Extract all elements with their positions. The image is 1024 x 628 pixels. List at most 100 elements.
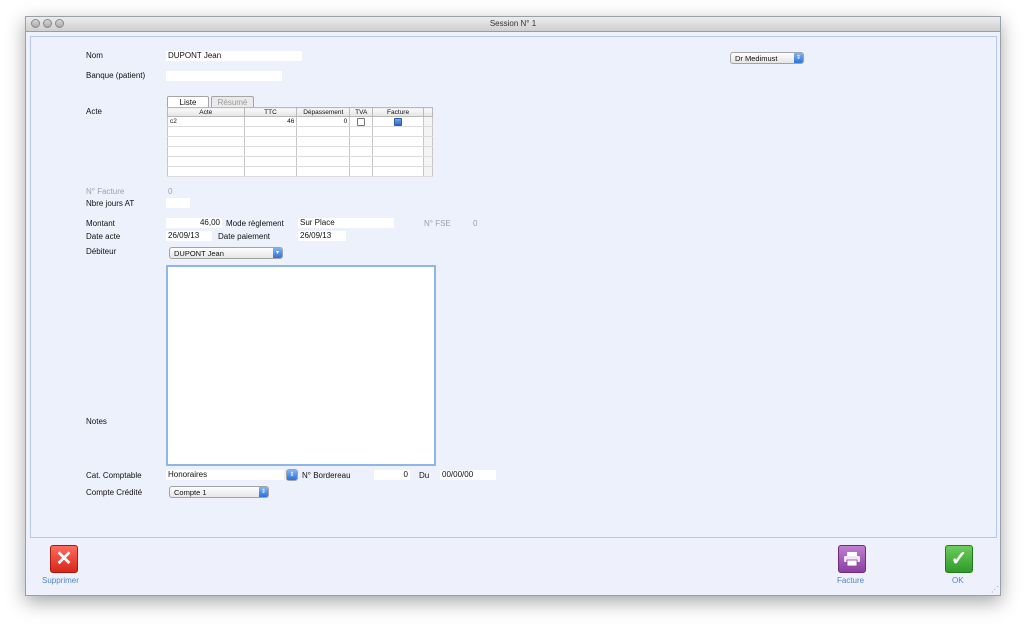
debiteur-select-value: DUPONT Jean — [174, 249, 224, 258]
cell-acte[interactable] — [167, 166, 245, 177]
nom-field[interactable]: DUPONT Jean — [166, 51, 302, 61]
bordereau-field[interactable]: 0 — [374, 470, 410, 480]
cell-scroll — [422, 136, 434, 147]
cat-comptable-label: Cat. Comptable — [86, 471, 142, 480]
session-window: Session N° 1 Nom DUPONT Jean Dr Medimust… — [25, 16, 1001, 596]
debiteur-select[interactable]: DUPONT Jean ▾ — [169, 247, 283, 259]
cell-tva[interactable] — [349, 136, 374, 147]
cell-depassement[interactable] — [296, 156, 351, 167]
jours-at-field[interactable] — [166, 198, 190, 208]
cell-acte[interactable] — [167, 126, 245, 137]
ok-button-label[interactable]: OK — [952, 576, 964, 585]
compte-credite-select[interactable]: Compte 1 ⇕ — [169, 486, 269, 498]
mode-reglement-label: Mode règlement — [226, 219, 284, 228]
table-row[interactable]: c2 46 0 — [167, 116, 434, 127]
chevron-updown-icon: ⇕ — [794, 53, 803, 63]
chevron-updown-icon: ⇕ — [287, 470, 297, 480]
acte-table: Acte TTC Dépassement TVA Facture c2 46 0 — [167, 107, 434, 177]
cell-tva[interactable] — [349, 166, 374, 177]
col-facture[interactable]: Facture — [372, 107, 424, 117]
cell-scroll — [422, 126, 434, 137]
cat-comptable-stepper[interactable]: ⇕ — [286, 469, 298, 481]
cell-depassement[interactable] — [296, 126, 351, 137]
checkmark-icon: ✓ — [950, 548, 968, 570]
invoice-button[interactable] — [838, 545, 866, 573]
cell-facture[interactable] — [372, 166, 424, 177]
acte-tabs: Liste Résumé — [167, 96, 267, 107]
cell-depassement[interactable]: 0 — [296, 116, 351, 127]
cell-facture[interactable] — [372, 156, 424, 167]
tab-resume[interactable]: Résumé — [211, 96, 254, 107]
cell-ttc[interactable]: 46 — [243, 116, 298, 127]
montant-field[interactable]: 46,00 — [166, 218, 222, 228]
table-row[interactable] — [167, 126, 434, 137]
cell-scroll — [422, 146, 434, 157]
fse-value: 0 — [473, 219, 478, 228]
delete-button-label[interactable]: Supprimer — [42, 576, 79, 585]
col-depassement[interactable]: Dépassement — [296, 107, 351, 117]
compte-credite-label: Compte Crédité — [86, 488, 143, 497]
cell-scroll — [422, 166, 434, 177]
table-row[interactable] — [167, 166, 434, 177]
du-field[interactable]: 00/00/00 — [440, 470, 496, 480]
delete-button[interactable]: ✕ — [50, 545, 78, 573]
ok-button[interactable]: ✓ — [945, 545, 973, 573]
table-row[interactable] — [167, 136, 434, 147]
cell-ttc[interactable] — [243, 146, 298, 157]
cell-facture[interactable] — [372, 146, 424, 157]
close-x-icon: ✕ — [55, 548, 73, 570]
banque-field[interactable] — [166, 71, 282, 81]
date-paiement-field[interactable]: 26/09/13 — [298, 231, 346, 241]
cell-tva[interactable] — [349, 156, 374, 167]
cell-ttc[interactable] — [243, 166, 298, 177]
invoice-button-label[interactable]: Facture — [837, 576, 864, 585]
tab-liste[interactable]: Liste — [167, 96, 209, 107]
col-acte[interactable]: Acte — [167, 107, 245, 117]
title-bar: Session N° 1 — [26, 17, 1000, 32]
cell-acte[interactable]: c2 — [167, 116, 245, 127]
facture-num-value: 0 — [168, 187, 173, 196]
cell-tva[interactable] — [349, 126, 374, 137]
date-acte-label: Date acte — [86, 232, 121, 241]
mode-reglement-field[interactable]: Sur Place — [298, 218, 394, 228]
cell-depassement[interactable] — [296, 146, 351, 157]
doctor-select-value: Dr Medimust — [735, 54, 778, 63]
cell-ttc[interactable] — [243, 126, 298, 137]
cell-depassement[interactable] — [296, 166, 351, 177]
cell-facture[interactable] — [372, 136, 424, 147]
col-scroll — [422, 107, 434, 117]
table-row[interactable] — [167, 156, 434, 167]
cell-depassement[interactable] — [296, 136, 351, 147]
tva-checkbox[interactable] — [357, 117, 366, 126]
cell-tva[interactable] — [349, 146, 374, 157]
montant-label: Montant — [86, 219, 115, 228]
acte-table-header: Acte TTC Dépassement TVA Facture — [167, 107, 434, 117]
compte-credite-select-value: Compte 1 — [174, 488, 207, 497]
cell-facture[interactable] — [372, 116, 424, 127]
notes-textarea[interactable] — [166, 265, 436, 466]
table-row[interactable] — [167, 146, 434, 157]
cell-ttc[interactable] — [243, 136, 298, 147]
notes-label: Notes — [86, 417, 107, 426]
cell-acte[interactable] — [167, 146, 245, 157]
chevron-updown-icon: ⇕ — [259, 487, 268, 497]
cell-facture[interactable] — [372, 126, 424, 137]
date-paiement-label: Date paiement — [218, 232, 271, 241]
resize-grip-icon[interactable]: ⋰ — [991, 586, 999, 594]
acte-table-body: c2 46 0 — [167, 116, 434, 177]
col-tva[interactable]: TVA — [349, 107, 374, 117]
cell-ttc[interactable] — [243, 156, 298, 167]
doctor-select[interactable]: Dr Medimust ⇕ — [730, 52, 804, 64]
fse-label: N° FSE — [424, 219, 451, 228]
facture-checkbox[interactable] — [394, 117, 403, 126]
form-panel: Nom DUPONT Jean Dr Medimust ⇕ Banque (pa… — [30, 36, 997, 538]
cell-scroll — [422, 116, 434, 127]
cat-comptable-field[interactable]: Honoraires — [166, 470, 284, 480]
cell-acte[interactable] — [167, 156, 245, 167]
acte-label: Acte — [86, 107, 103, 116]
col-ttc[interactable]: TTC — [243, 107, 298, 117]
date-acte-field[interactable]: 26/09/13 — [166, 231, 212, 241]
cell-acte[interactable] — [167, 136, 245, 147]
cell-tva[interactable] — [349, 116, 374, 127]
debiteur-label: Débiteur — [86, 247, 117, 256]
